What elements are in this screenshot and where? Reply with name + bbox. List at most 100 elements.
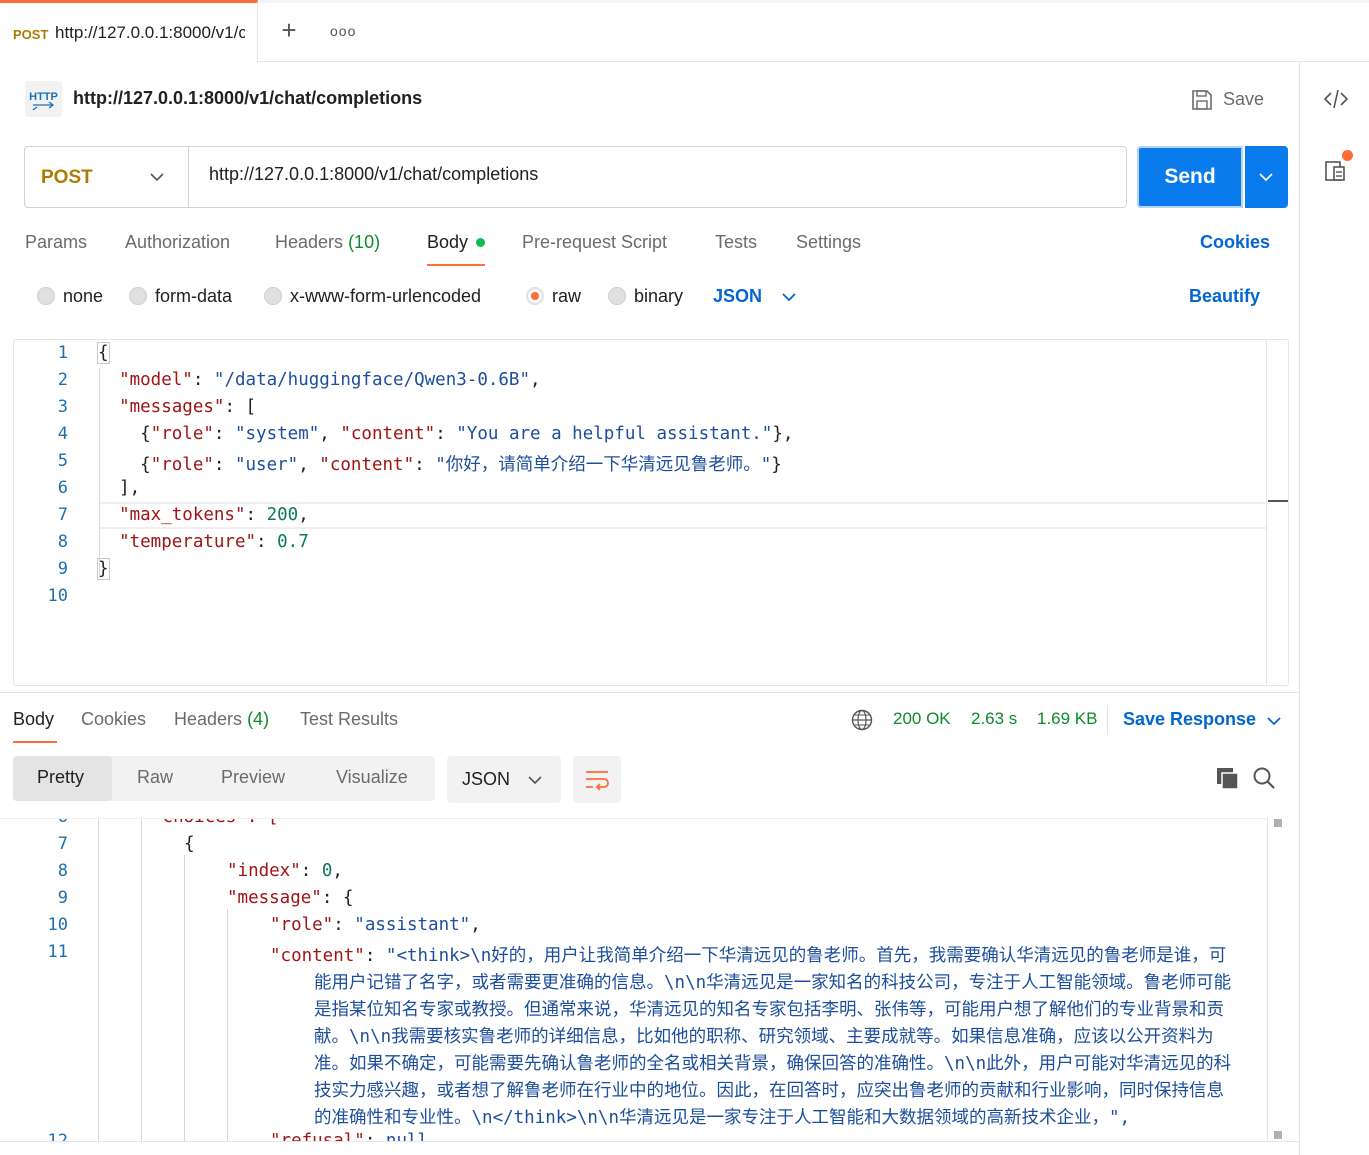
view-pretty-label[interactable]: Pretty (37, 767, 84, 788)
code-line: { (97, 342, 110, 364)
tab-params[interactable]: Params (25, 232, 87, 253)
tab-settings[interactable]: Settings (796, 232, 861, 253)
code-line: "messages": [ (119, 397, 257, 417)
beautify-button[interactable]: Beautify (1189, 286, 1260, 307)
tab-body[interactable]: Body (427, 232, 468, 253)
radio-none[interactable] (37, 287, 55, 305)
chevron-down-icon[interactable] (1266, 714, 1282, 728)
line-number: 11 (47, 942, 68, 962)
json-string: "<think>\n好的，用户让我简单介绍一下华清远见的鲁老师。首先，我需要确认… (385, 946, 1227, 966)
tab-pre-request-script[interactable]: Pre-request Script (522, 232, 667, 253)
tab-headers-count: (10) (348, 232, 381, 252)
radio-urlencoded-label[interactable]: x-www-form-urlencoded (290, 286, 481, 307)
line-number: 5 (57, 451, 68, 471)
chevron-down-icon[interactable] (781, 290, 797, 304)
wrapped-line: 能用户记错了名字，或者需要更准确的信息。\n\n华清远见是一家知名的科技公司，专… (314, 973, 1232, 993)
wrapped-line: 献。\n\n我需要核实鲁老师的详细信息，比如他的职称、研究领域、主要成就等。如果… (314, 1027, 1214, 1047)
json-null: null (385, 1131, 429, 1141)
response-format-select[interactable]: JSON (447, 756, 561, 803)
code-line: "model": "/data/huggingface/Qwen3-0.6B", (119, 370, 541, 390)
code-line: "refusal": null (270, 1131, 428, 1141)
save-icon (1192, 90, 1212, 110)
code-line: "temperature": 0.7 (119, 532, 309, 552)
wrapped-line: 是指某位知名专家或教授。但通常来说，华清远见的知名专家包括李明、张伟等，可能用户… (314, 1000, 1224, 1020)
code-line: { (184, 834, 195, 854)
url-input[interactable]: http://127.0.0.1:8000/v1/chat/completion… (209, 164, 538, 185)
line-number: 9 (57, 559, 68, 579)
json-key: "content" (270, 946, 365, 966)
active-tab-indicator (427, 264, 485, 266)
response-format-label: JSON (462, 769, 511, 789)
view-visualize-button[interactable]: Visualize (336, 767, 408, 788)
wrap-lines-icon (586, 771, 609, 791)
view-preview-button[interactable]: Preview (221, 767, 285, 788)
tab-tests[interactable]: Tests (715, 232, 757, 253)
scrollbar-cursor-marker (1268, 500, 1288, 502)
code-line: ], (98, 478, 141, 498)
divider (1107, 705, 1108, 735)
line-number: 2 (57, 370, 68, 390)
new-tab-button[interactable]: + (276, 17, 302, 44)
send-button[interactable]: Send (1137, 146, 1243, 208)
json-string: "assistant" (354, 915, 471, 935)
active-tab-indicator (13, 741, 57, 743)
search-icon[interactable] (1251, 765, 1277, 791)
json-key: "index" (227, 861, 301, 881)
request-tab-active[interactable]: POST http://127.0.0.1:8000/v1/chat/compl… (0, 0, 258, 63)
method-label: POST (41, 167, 93, 188)
body-modified-dot (476, 238, 485, 247)
line-number: 8 (57, 861, 68, 881)
response-time[interactable]: 2.63 s (971, 709, 1017, 729)
scroll-down-arrow[interactable] (1274, 1131, 1282, 1139)
radio-urlencoded[interactable] (264, 287, 282, 305)
line-number: 1 (57, 343, 68, 363)
response-tab-body[interactable]: Body (13, 709, 54, 730)
bottom-edge (0, 1141, 1299, 1155)
code-line: {"role": "user", "content": "你好，请简单介绍一下华… (98, 455, 782, 475)
json-key: "role" (270, 915, 334, 935)
indent-guide (98, 819, 99, 1141)
wrapped-line: 的准确性和专业性。\n</think>\n\n华清远见是一家专注于人工智能和大数… (314, 1108, 1131, 1128)
response-size[interactable]: 1.69 KB (1037, 709, 1098, 729)
save-response-button[interactable]: Save Response (1123, 709, 1256, 730)
save-button[interactable]: Save (1188, 85, 1278, 115)
cookies-link[interactable]: Cookies (1200, 232, 1270, 253)
response-body-viewer[interactable]: 6 "choices": [ 7 { 8 "index": 0, 9 "mess… (0, 818, 1290, 1141)
radio-form-data[interactable] (129, 287, 147, 305)
line-number: 7 (57, 834, 68, 854)
json-key: "refusal" (270, 1131, 365, 1141)
chevron-down-icon (528, 776, 542, 785)
radio-binary[interactable] (608, 287, 626, 305)
line-number: 10 (47, 586, 68, 606)
request-title[interactable]: http://127.0.0.1:8000/v1/chat/completion… (73, 88, 422, 109)
response-tab-cookies[interactable]: Cookies (81, 709, 146, 730)
editor-scrollbar[interactable] (1266, 340, 1288, 685)
tab-authorization[interactable]: Authorization (125, 232, 230, 253)
globe-icon[interactable] (851, 709, 873, 731)
scroll-up-arrow[interactable] (1274, 819, 1282, 827)
line-number: 9 (57, 888, 68, 908)
status-code[interactable]: 200 OK (893, 709, 951, 729)
send-options-button[interactable] (1245, 146, 1288, 208)
method-select[interactable]: POST (25, 147, 189, 207)
view-raw-button[interactable]: Raw (137, 767, 173, 788)
json-key: "message" (227, 888, 322, 908)
radio-raw-label[interactable]: raw (552, 286, 581, 307)
radio-form-data-label[interactable]: form-data (155, 286, 232, 307)
wrap-lines-button[interactable] (573, 756, 621, 803)
radio-binary-label[interactable]: binary (634, 286, 683, 307)
indent-guide (141, 819, 142, 1141)
copy-icon[interactable] (1215, 765, 1241, 791)
tab-headers[interactable]: Headers (10) (275, 232, 380, 253)
response-tab-test-results[interactable]: Test Results (300, 709, 398, 730)
radio-raw[interactable] (526, 287, 544, 305)
code-line: "index": 0, (227, 861, 343, 881)
response-scrollbar[interactable] (1267, 818, 1289, 1141)
radio-none-label[interactable]: none (63, 286, 103, 307)
notification-dot (1342, 150, 1353, 161)
response-tab-headers[interactable]: Headers (4) (174, 709, 269, 730)
code-snippet-icon[interactable] (1322, 86, 1350, 112)
pane-divider[interactable] (0, 692, 1299, 693)
more-tabs-button[interactable]: ooo (330, 23, 356, 41)
body-format-select[interactable]: JSON (713, 286, 762, 307)
